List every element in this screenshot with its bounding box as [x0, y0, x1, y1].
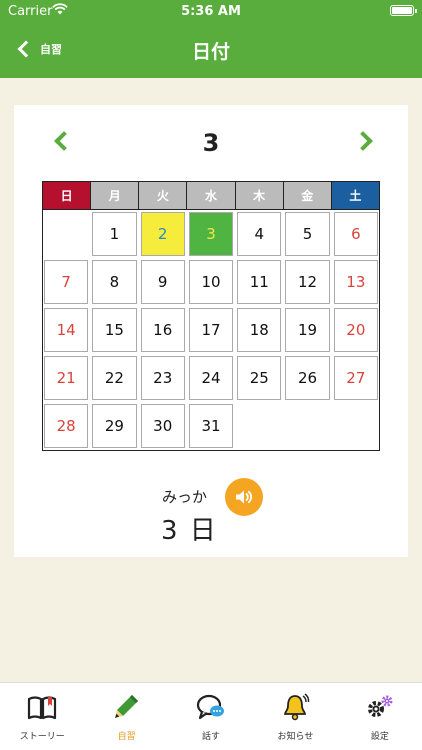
day-cell[interactable]: 27: [333, 356, 378, 400]
day-cell-empty: [237, 404, 282, 448]
day-cell-empty: [285, 404, 330, 448]
tab-label: ストーリー: [19, 732, 65, 742]
pencil-icon: [114, 695, 138, 718]
chat-bubble-icon: [196, 694, 225, 720]
day-cell[interactable]: 18: [237, 308, 282, 352]
gear-icon: [367, 695, 393, 717]
day-cell[interactable]: 22: [92, 356, 137, 400]
day-cell-empty: [44, 212, 89, 256]
weekday-tue: 火: [139, 182, 188, 210]
day-cell-highlighted-yellow[interactable]: 2: [140, 212, 185, 256]
tab-story[interactable]: ストーリー: [0, 683, 84, 750]
page-title: 日付: [191, 41, 230, 63]
selected-date: 3 日: [161, 516, 218, 546]
day-cell[interactable]: 20: [333, 308, 378, 352]
day-cell[interactable]: 7: [44, 260, 89, 304]
weekday-header: 日 月 火 水 木 金 土: [43, 182, 379, 210]
speaker-icon: [236, 490, 253, 504]
day-cell[interactable]: 21: [44, 356, 89, 400]
battery-icon: [390, 5, 417, 16]
tab-bar: ストーリー 自習 話す お知らせ 設定: [0, 682, 422, 750]
date-reading: みっか: [162, 488, 208, 506]
tab-label: お知らせ: [277, 732, 314, 742]
day-cell[interactable]: 5: [285, 212, 330, 256]
weekday-thu: 木: [235, 182, 284, 210]
day-cell-empty: [333, 404, 378, 448]
day-cell[interactable]: 25: [237, 356, 282, 400]
tab-label: 話す: [202, 732, 221, 742]
weekday-sun: 日: [43, 182, 92, 210]
day-cell[interactable]: 28: [44, 404, 89, 448]
bell-icon: [284, 693, 310, 721]
day-cell[interactable]: 17: [188, 308, 234, 352]
calendar-card: 3 日 月 火 水 木 金 土 1 2 3 4 5 6 7 8 9 10 11: [14, 105, 408, 557]
day-cell[interactable]: 26: [285, 356, 330, 400]
day-cell[interactable]: 6: [333, 212, 378, 256]
day-cell[interactable]: 16: [140, 308, 185, 352]
day-cell[interactable]: 23: [140, 356, 185, 400]
day-cell[interactable]: 12: [285, 260, 330, 304]
weekday-fri: 金: [283, 182, 332, 210]
day-cell[interactable]: 24: [188, 356, 234, 400]
tab-notifications[interactable]: お知らせ: [253, 683, 337, 750]
day-cell[interactable]: 9: [140, 260, 185, 304]
day-cell[interactable]: 15: [92, 308, 137, 352]
day-cell[interactable]: 29: [92, 404, 137, 448]
book-icon: [28, 696, 57, 720]
status-bar: Carrier 5:36 AM: [0, 0, 422, 22]
play-audio-button[interactable]: [225, 478, 263, 516]
day-cell[interactable]: 8: [92, 260, 137, 304]
tab-label: 設定: [370, 732, 389, 742]
weekday-sat: 土: [331, 182, 379, 210]
day-cell[interactable]: 1: [92, 212, 137, 256]
tab-label: 自習: [117, 732, 136, 742]
app-header: Carrier 5:36 AM 自習 日付: [0, 0, 422, 78]
weekday-wed: 水: [187, 182, 236, 210]
day-cell[interactable]: 30: [140, 404, 185, 448]
tab-speak[interactable]: 話す: [169, 683, 253, 750]
day-cell[interactable]: 4: [237, 212, 282, 256]
day-cell[interactable]: 14: [44, 308, 89, 352]
month-navigation: 3: [14, 129, 408, 159]
calendar-grid: 日 月 火 水 木 金 土 1 2 3 4 5 6 7 8 9 10 11 12…: [42, 181, 380, 451]
day-cell-selected[interactable]: 3: [188, 212, 234, 256]
weekday-mon: 月: [91, 182, 140, 210]
day-cell[interactable]: 31: [188, 404, 234, 448]
month-label: 3: [202, 129, 220, 157]
day-cell[interactable]: 10: [188, 260, 234, 304]
tab-settings[interactable]: 設定: [338, 683, 422, 750]
day-cell[interactable]: 13: [333, 260, 378, 304]
day-cell[interactable]: 19: [285, 308, 330, 352]
day-cell[interactable]: 11: [237, 260, 282, 304]
day-cells: 1 2 3 4 5 6 7 8 9 10 11 12 13 14 15 16 1…: [43, 210, 379, 450]
tab-self-study[interactable]: 自習: [84, 683, 168, 750]
clock: 5:36 AM: [181, 4, 241, 19]
